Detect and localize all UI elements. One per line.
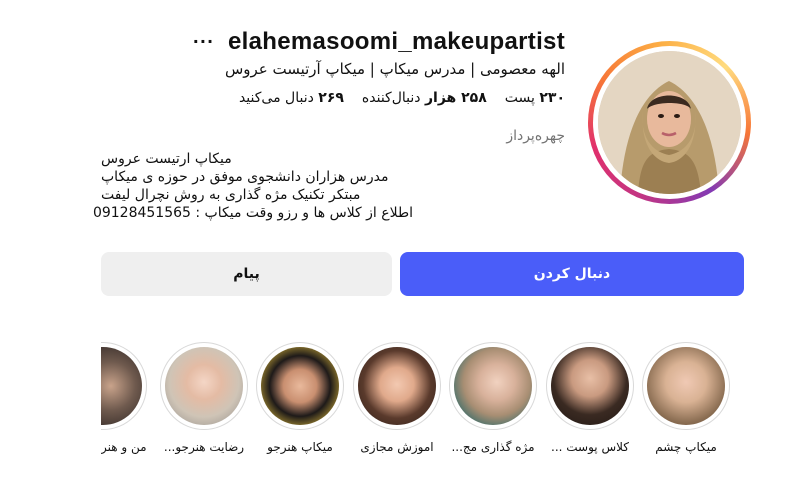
profile-stats: ۲۳۰ پست ۲۵۸ هزار دنبال‌کننده ۲۶۹ دنبال م… (239, 90, 565, 106)
highlight-item[interactable]: مژه گذاری مج... (449, 342, 537, 454)
avatar-illustration (598, 51, 741, 194)
message-button[interactable]: پیام (101, 252, 392, 296)
highlight-ring (101, 342, 147, 430)
highlight-ring (160, 342, 248, 430)
stat-followers-label: دنبال‌کننده (361, 90, 421, 106)
highlight-item[interactable]: من و هنر (101, 342, 147, 454)
more-horizontal-icon[interactable]: ··· (193, 34, 214, 50)
highlight-ring (449, 342, 537, 430)
highlight-item[interactable]: اموزش مجازی (353, 342, 441, 454)
highlight-photo (454, 347, 532, 425)
highlight-label: مژه گذاری مج... (451, 440, 535, 454)
stat-posts-label: پست (504, 90, 535, 106)
profile-username: elahemasoomi_makeupartist (228, 28, 565, 55)
stat-posts-value: ۲۳۰ (539, 90, 565, 106)
highlight-item-partial[interactable]: من و هنر (101, 342, 147, 472)
username-row: ··· elahemasoomi_makeupartist (193, 28, 565, 56)
stat-followers-value: ۲۵۸ هزار (424, 90, 487, 106)
highlight-label: میکاپ هنرجو (267, 440, 333, 454)
avatar-photo (598, 51, 741, 194)
highlight-item[interactable]: کلاس پوست ... (546, 342, 634, 454)
highlight-label: کلاس پوست ... (551, 440, 629, 454)
highlight-photo (261, 347, 339, 425)
highlight-item[interactable]: رضایت هنرجو... (160, 342, 248, 454)
highlight-item[interactable]: میکاپ چشم (642, 342, 730, 454)
highlight-ring (353, 342, 441, 430)
profile-full-name: الهه معصومی | مدرس میکاپ | میکاپ آرتیست … (224, 60, 565, 78)
bio-line: مبتکر تکنیک مژه گذاری به روش نچرال لیفت (101, 187, 361, 203)
profile-bio: میکاپ ارتیست عروس مدرس هزاران دانشجوی مو… (92, 150, 413, 222)
stat-following[interactable]: ۲۶۹ دنبال می‌کنید (239, 90, 344, 106)
stat-following-label: دنبال می‌کنید (238, 90, 314, 106)
highlight-label: رضایت هنرجو... (163, 440, 245, 454)
highlight-label: اموزش مجازی (360, 440, 434, 454)
bio-line: اطلاع از کلاس ها و رزو وقت میکاپ : 09128… (92, 205, 413, 221)
highlight-photo (647, 347, 725, 425)
highlight-ring (256, 342, 344, 430)
profile-category: چهره‌پرداز (506, 128, 565, 144)
highlight-label: میکاپ چشم (655, 440, 717, 454)
highlight-ring (642, 342, 730, 430)
follow-button[interactable]: دنبال کردن (400, 252, 744, 296)
highlight-item[interactable]: میکاپ هنرجو (256, 342, 344, 454)
profile-avatar[interactable] (588, 41, 751, 204)
highlight-ring (546, 342, 634, 430)
stat-posts[interactable]: ۲۳۰ پست (505, 90, 565, 106)
highlight-photo (165, 347, 243, 425)
avatar-inner (593, 46, 746, 199)
stat-followers[interactable]: ۲۵۸ هزار دنبال‌کننده (362, 90, 487, 106)
bio-line: مدرس هزاران دانشجوی موفق در حوزه ی میکاپ (101, 169, 389, 185)
stat-following-value: ۲۶۹ (318, 90, 344, 106)
highlight-photo (101, 347, 142, 425)
bio-line: میکاپ ارتیست عروس (101, 151, 232, 167)
highlight-label: من و هنر (101, 440, 147, 454)
highlight-photo (358, 347, 436, 425)
highlight-photo (551, 347, 629, 425)
